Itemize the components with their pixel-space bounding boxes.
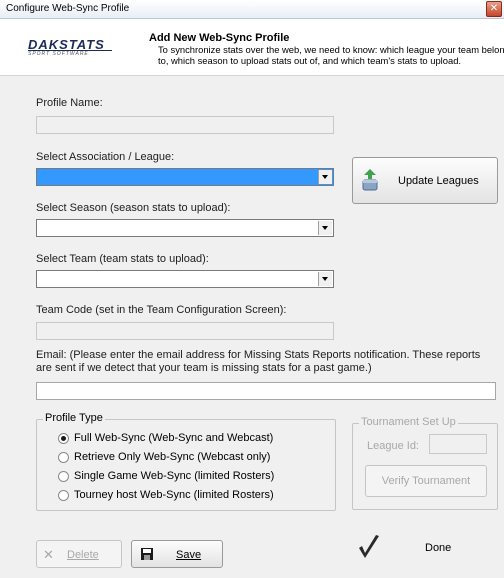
title-bar[interactable]: Configure Web-Sync Profile ✕: [0, 0, 504, 19]
delete-label: Delete: [67, 549, 99, 561]
association-select[interactable]: [36, 168, 334, 186]
close-button[interactable]: ✕: [486, 1, 502, 17]
tournament-group: Tournament Set Up League Id: Verify Tour…: [352, 416, 498, 510]
dialog-window: Configure Web-Sync Profile ✕ DAKSTATS SP…: [0, 0, 504, 578]
header-title: Add New Web-Sync Profile: [149, 32, 290, 44]
tournament-legend: Tournament Set Up: [359, 416, 458, 428]
save-label: Save: [176, 549, 202, 561]
profile-name-label: Profile Name:: [36, 97, 103, 109]
radio-selected-icon[interactable]: [58, 433, 69, 444]
radio-icon[interactable]: [58, 452, 69, 463]
email-field[interactable]: [36, 382, 496, 400]
delete-button[interactable]: ✕ Delete: [36, 540, 122, 568]
team-code-field: [36, 322, 334, 340]
chevron-down-icon[interactable]: [318, 272, 332, 286]
profile-name-field[interactable]: [36, 116, 334, 134]
done-checkmark-icon[interactable]: [357, 534, 391, 566]
team-label: Select Team (team stats to upload):: [36, 253, 209, 265]
radio-icon[interactable]: [58, 471, 69, 482]
floppy-disk-icon: [141, 548, 153, 560]
team-code-label: Team Code (set in the Team Configuration…: [36, 304, 287, 316]
radio-icon[interactable]: [58, 490, 69, 501]
update-leagues-button[interactable]: Update Leagues: [352, 157, 498, 204]
league-id-field: [429, 434, 487, 454]
database-update-icon: [362, 169, 378, 191]
team-select[interactable]: [36, 270, 334, 288]
dakstats-logo: DAKSTATS SPORT SOFTWARE: [28, 37, 112, 59]
update-leagues-label: Update Leagues: [398, 175, 479, 187]
profile-type-legend: Profile Type: [43, 412, 105, 424]
association-label: Select Association / League:: [36, 151, 175, 163]
done-button[interactable]: Done: [425, 542, 451, 554]
save-button[interactable]: Save: [131, 540, 223, 568]
season-select[interactable]: [36, 219, 334, 237]
header-description: To synchronize stats over the web, we ne…: [158, 44, 504, 66]
window-title: Configure Web-Sync Profile: [6, 3, 130, 14]
season-label: Select Season (season stats to upload):: [36, 202, 231, 214]
profile-type-group: Profile Type Full Web-Sync (Web-Sync and…: [36, 412, 336, 511]
verify-tournament-button[interactable]: Verify Tournament: [365, 465, 487, 497]
email-label: Email: (Please enter the email address f…: [36, 349, 481, 374]
delete-x-icon: ✕: [43, 547, 54, 562]
chevron-down-icon[interactable]: [318, 221, 332, 235]
league-id-label: League Id:: [367, 440, 419, 452]
dialog-header: DAKSTATS SPORT SOFTWARE Add New Web-Sync…: [0, 19, 504, 76]
chevron-down-icon[interactable]: [318, 170, 332, 184]
